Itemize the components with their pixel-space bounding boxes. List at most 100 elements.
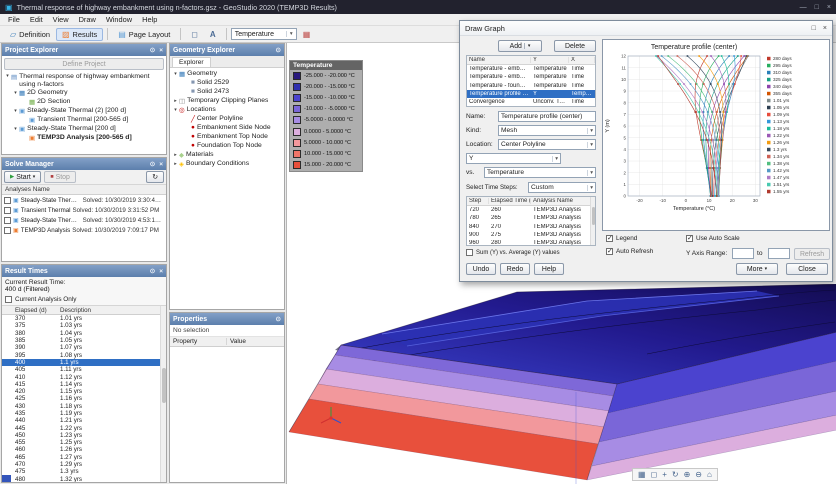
result-time-row[interactable]: 450 1.23 yrs (2, 432, 160, 439)
result-time-row[interactable]: 420 1.15 yrs (2, 388, 160, 395)
analysis-checkbox[interactable] (4, 217, 11, 224)
graph-row[interactable]: Temperature profile (center) Y Temperatu… (467, 90, 595, 98)
y-axis-max-input[interactable] (768, 248, 790, 259)
result-time-row[interactable]: 480 1.32 yrs (2, 476, 160, 482)
y-column-header[interactable]: Y (531, 57, 569, 63)
analysis-row[interactable]: ▣ Transient Thermal Solved: 10/30/2019 3… (2, 205, 166, 215)
value-column-header[interactable]: Value (227, 338, 249, 345)
scrollbar-thumb[interactable] (592, 207, 595, 225)
geometry-tree-item[interactable]: ▾ ▦ Geometry (170, 69, 284, 78)
close-panel-icon[interactable]: × (159, 47, 163, 54)
pan-icon[interactable]: + (662, 470, 667, 479)
undo-button[interactable]: Undo (466, 263, 496, 275)
time-step-row[interactable]: 900 275 TEMP3D Analysis (467, 231, 590, 239)
geometry-tree-item[interactable]: ▸ ◫ Temporary Clipping Planes (170, 96, 284, 105)
geometry-tree-item[interactable]: ▸ ◆ Materials (170, 150, 284, 159)
result-time-row[interactable]: 425 1.16 yrs (2, 395, 160, 402)
result-time-row[interactable]: 385 1.05 yrs (2, 337, 160, 344)
kind-select[interactable]: Mesh ▾ (498, 125, 596, 136)
tree-twisty-icon[interactable]: ▸ (172, 152, 179, 158)
analysis-row[interactable]: ▣ Steady-State Thermal Solved: 10/30/201… (2, 195, 166, 205)
contour-select[interactable]: Temperature ▾ (231, 28, 297, 40)
result-time-row[interactable]: 445 1.22 yrs (2, 424, 160, 431)
result-time-row[interactable]: 415 1.14 yrs (2, 381, 160, 388)
pin-icon[interactable]: ⊙ (276, 315, 281, 323)
menu-draw[interactable]: Draw (74, 15, 101, 24)
result-time-row[interactable]: 375 1.03 yrs (2, 322, 160, 329)
y-axis-min-input[interactable] (732, 248, 754, 259)
refresh-graph-button[interactable]: Refresh (794, 248, 830, 260)
project-tree-item[interactable]: ▦ 2D Section (2, 97, 166, 106)
result-time-row[interactable]: 475 1.3 yrs (2, 468, 160, 475)
dialog-close-button[interactable]: × (823, 25, 827, 32)
add-graph-button[interactable]: Add ▾ (498, 40, 542, 52)
page-layout-button[interactable]: ▤ Page Layout (112, 28, 176, 41)
results-view-button[interactable]: ▨ Results (56, 28, 103, 41)
name-column-header[interactable]: Name (467, 57, 531, 63)
current-analysis-only-checkbox[interactable] (5, 296, 12, 303)
project-tree-item[interactable]: ▣ TEMP3D Analysis [200-565 d] (2, 133, 166, 142)
elapsed-column-header[interactable]: Elapsed (d) (2, 307, 60, 314)
result-time-row[interactable]: 380 1.04 yrs (2, 330, 160, 337)
solve-start-button[interactable]: ▶ Start ▾ (4, 171, 41, 183)
menu-view[interactable]: View (48, 15, 74, 24)
tree-twisty-icon[interactable]: ▸ (172, 161, 179, 167)
draw-contours-button[interactable]: ▦ (297, 28, 317, 41)
result-times-table-header[interactable]: Elapsed (d) Description (2, 306, 166, 315)
solve-list-column-header[interactable]: Analyses Name (2, 185, 166, 195)
define-project-button[interactable]: Define Project (4, 58, 164, 70)
auto-scale-checkbox[interactable] (686, 235, 693, 242)
geometry-tree-item[interactable]: ╱ Center Polyline (170, 114, 284, 123)
delete-graph-button[interactable]: Delete (554, 40, 596, 52)
zoom-fit-icon[interactable]: ⌂ (707, 470, 712, 479)
geometry-explorer-header[interactable]: Geometry Explorer ⊙ (170, 44, 284, 56)
x-column-header[interactable]: X (569, 57, 595, 63)
graph-row[interactable]: Temperature - embankment top Temperature… (467, 73, 595, 81)
geometry-tree-item[interactable]: ▾ ◎ Locations (170, 105, 284, 114)
graph-name-input[interactable]: Temperature profile (center) (498, 111, 596, 122)
result-times-header[interactable]: Result Times ⊙ × (2, 265, 166, 277)
tree-twisty-icon[interactable]: ▾ (12, 126, 19, 132)
dialog-title-bar[interactable]: Draw Graph □ × (460, 21, 832, 36)
solve-manager-header[interactable]: Solve Manager ⊙ × (2, 158, 166, 170)
project-tree-item[interactable]: ▣ Transient Thermal [200-565 d] (2, 115, 166, 124)
time-steps-scrollbar[interactable] (590, 197, 595, 245)
result-time-row[interactable]: 455 1.25 yrs (2, 439, 160, 446)
graph-row[interactable]: Convergence Unconv. Temp. Time (467, 98, 595, 106)
close-dialog-button[interactable]: Close (786, 263, 828, 275)
x-data-select[interactable]: Temperature ▾ (484, 167, 596, 178)
analysis-column-header[interactable]: Analysis Name (531, 198, 595, 204)
pin-icon[interactable]: ⊙ (276, 46, 281, 54)
pin-icon[interactable]: ⊙ (150, 160, 155, 168)
maximize-button[interactable]: □ (815, 4, 819, 11)
menu-file[interactable]: File (3, 15, 25, 24)
project-tree-item[interactable]: ▾ ▣ Steady-State Thermal (2) [200 d] (2, 106, 166, 115)
pin-icon[interactable]: ⊙ (150, 46, 155, 54)
time-step-row[interactable]: 780 265 TEMP3D Analysis (467, 214, 590, 222)
tree-twisty-icon[interactable]: ▾ (12, 108, 19, 114)
refresh-analyses-button[interactable]: ↻ (146, 171, 164, 183)
dialog-maximize-button[interactable]: □ (812, 25, 816, 32)
project-tree-item[interactable]: ▾ ▤ Thermal response of highway embankme… (2, 73, 166, 88)
result-time-row[interactable]: 410 1.12 yrs (2, 373, 160, 380)
result-time-row[interactable]: 435 1.19 yrs (2, 410, 160, 417)
zoom-out-icon[interactable]: ⊖ (695, 470, 702, 479)
label-tool-button[interactable]: A (204, 28, 222, 41)
properties-header[interactable]: Properties ⊙ (170, 313, 284, 325)
result-time-row[interactable]: 470 1.29 yrs (2, 461, 160, 468)
time-step-row[interactable]: 720 260 TEMP3D Analysis (467, 206, 590, 214)
geometry-tree-item[interactable]: ▸ ◈ Boundary Conditions (170, 159, 284, 168)
project-explorer-header[interactable]: Project Explorer ⊙ × (2, 44, 166, 56)
redo-button[interactable]: Redo (500, 263, 530, 275)
analysis-checkbox[interactable] (4, 197, 11, 204)
result-time-row[interactable]: 430 1.18 yrs (2, 403, 160, 410)
menu-window[interactable]: Window (101, 15, 137, 24)
graph-row[interactable]: Temperature - embankment side Temperatur… (467, 65, 595, 73)
result-time-row[interactable]: 440 1.21 yrs (2, 417, 160, 424)
auto-refresh-checkbox[interactable] (606, 248, 613, 255)
analysis-checkbox[interactable] (4, 227, 11, 234)
scrollbar-thumb[interactable] (162, 368, 166, 403)
y-data-select[interactable]: Y ▾ (466, 153, 561, 164)
tree-twisty-icon[interactable]: ▾ (172, 71, 179, 77)
result-times-scrollbar[interactable] (160, 306, 166, 482)
